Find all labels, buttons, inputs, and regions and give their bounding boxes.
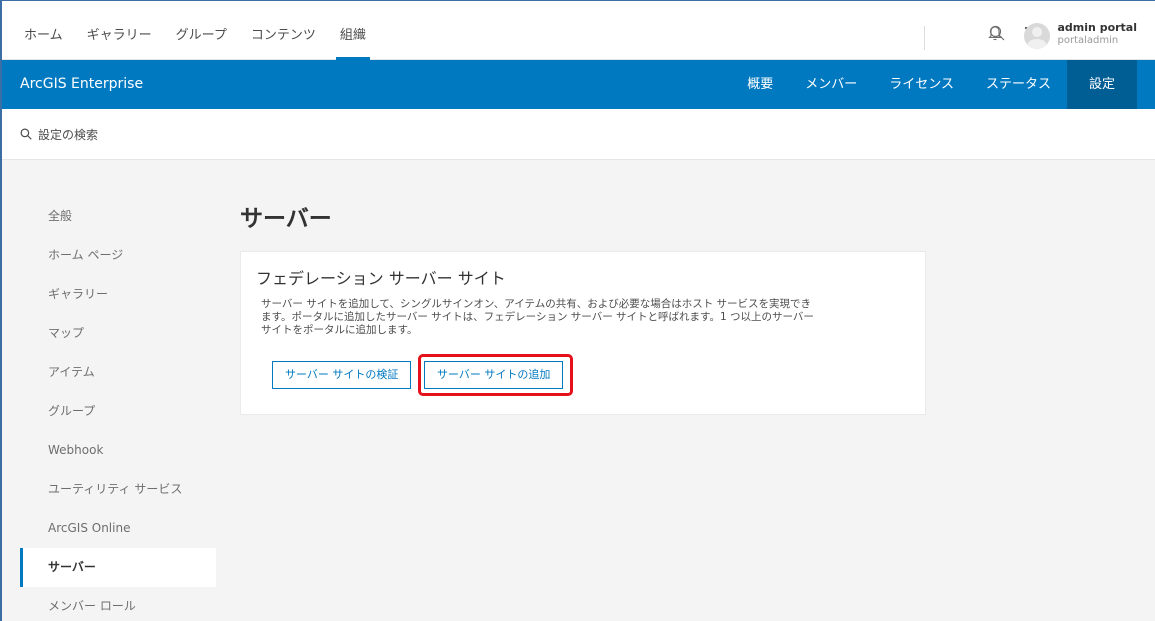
nav-separator xyxy=(924,26,925,50)
settings-search-label: 設定の検索 xyxy=(38,127,99,142)
settings-sidebar: 全般 ホーム ページ ギャラリー マップ アイテム グループ Webhook ユ… xyxy=(20,197,216,621)
sidebar-item-items[interactable]: アイテム xyxy=(20,353,216,392)
sidebar-item-arcgis-online[interactable]: ArcGIS Online xyxy=(20,509,216,548)
sidebar-item-utility-services[interactable]: ユーティリティ サービス xyxy=(20,470,216,509)
search-icon xyxy=(20,125,32,144)
tab-members[interactable]: メンバー xyxy=(789,60,873,109)
nav-gallery[interactable]: ギャラリー xyxy=(75,1,164,60)
validate-servers-button[interactable]: サーバー サイトの検証 xyxy=(272,361,412,389)
tab-settings[interactable]: 設定 xyxy=(1066,60,1137,109)
nav-organization[interactable]: 組織 xyxy=(328,1,378,60)
federated-servers-card: フェデレーション サーバー サイト サーバー サイトを追加して、シングルサインオ… xyxy=(240,251,926,415)
sidebar-item-groups[interactable]: グループ xyxy=(20,392,216,431)
description-line: サイトをポータルに追加します。 xyxy=(261,324,418,336)
description-line: サーバー サイトを追加して、シングルサインオン、アイテムの共有、および必要な場合… xyxy=(261,298,812,310)
nav-home[interactable]: ホーム xyxy=(12,1,75,60)
brand-title: ArcGIS Enterprise xyxy=(20,76,144,92)
user-name: admin portal xyxy=(1057,21,1138,34)
sidebar-item-map[interactable]: マップ xyxy=(20,314,216,353)
sidebar-item-servers[interactable]: サーバー xyxy=(20,548,216,587)
tab-status[interactable]: ステータス xyxy=(970,60,1067,109)
nav-content[interactable]: コンテンツ xyxy=(239,1,328,60)
tab-overview[interactable]: 概要 xyxy=(731,60,789,109)
sidebar-item-gallery[interactable]: ギャラリー xyxy=(20,275,216,314)
tab-licenses[interactable]: ライセンス xyxy=(873,60,970,109)
sidebar-item-webhook[interactable]: Webhook xyxy=(20,431,216,470)
card-description: サーバー サイトを追加して、シングルサインオン、アイテムの共有、および必要な場合… xyxy=(261,298,911,337)
user-menu[interactable]: admin portal portaladmin xyxy=(1023,21,1138,49)
org-header: ArcGIS Enterprise 概要 メンバー ライセンス ステータス 設定 xyxy=(2,60,1155,109)
description-line: ます。ポータルに追加したサーバー サイトは、フェデレーション サーバー サイトと… xyxy=(261,311,814,323)
app-frame: ホーム ギャラリー グループ コンテンツ 組織 admin portal por… xyxy=(0,0,1155,621)
user-username: portaladmin xyxy=(1057,35,1119,46)
highlight-box xyxy=(418,354,573,396)
bell-icon[interactable] xyxy=(985,23,1005,43)
top-navigation: ホーム ギャラリー グループ コンテンツ 組織 admin portal por… xyxy=(2,1,1155,60)
settings-search[interactable]: 設定の検索 xyxy=(2,109,1155,160)
sidebar-item-general[interactable]: 全般 xyxy=(20,197,216,236)
avatar xyxy=(1023,23,1050,49)
sidebar-item-home-page[interactable]: ホーム ページ xyxy=(20,236,216,275)
page-title: サーバー xyxy=(240,206,332,232)
card-heading: フェデレーション サーバー サイト xyxy=(256,269,506,288)
sidebar-item-member-roles[interactable]: メンバー ロール xyxy=(20,587,216,621)
nav-groups[interactable]: グループ xyxy=(164,1,239,60)
